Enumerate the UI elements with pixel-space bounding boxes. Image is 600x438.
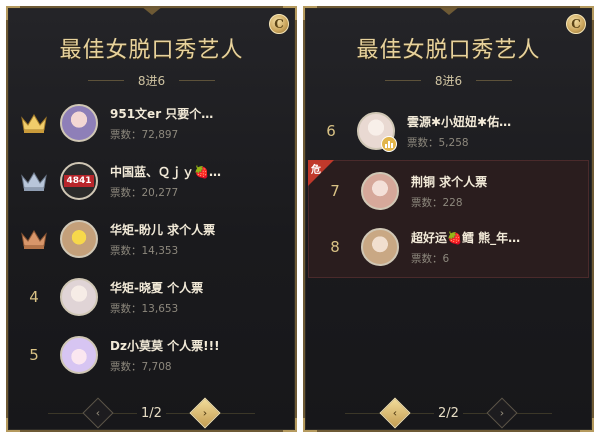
rank-number: 7	[330, 182, 340, 200]
rank-number: 5	[29, 346, 39, 364]
vote-count: 票数：20,277	[110, 186, 179, 199]
page-indicator: 2/2	[434, 405, 463, 421]
ranking-panel-page-1: C 最佳女脱口秀艺人 8进6 951文er 只要个… 票数：72,897 484…	[6, 6, 297, 432]
ranking-row[interactable]: 7 荆铜 求个人票 票数：228	[309, 163, 588, 219]
rank-cell	[8, 112, 60, 134]
ranking-row[interactable]: 4841 中国蓝、Ｑｊｙ🍓… 票数：20,277	[8, 152, 295, 210]
avatar[interactable]	[60, 220, 98, 258]
chevron-right-icon: ›	[499, 406, 505, 420]
coin-icon[interactable]: C	[566, 14, 586, 34]
coin-icon[interactable]: C	[269, 14, 289, 34]
frame-corner	[303, 6, 317, 20]
ranking-panel-page-2: C 最佳女脱口秀艺人 8进6 6 雲源✱小妞妞✱佑… 票数：5,258 危 7	[303, 6, 594, 432]
panel-subtitle: 8进6	[137, 74, 166, 88]
panel-subtitle: 8进6	[434, 74, 463, 88]
avatar[interactable]	[361, 228, 399, 266]
row-info: 华矩-晓夏 个人票 票数：13,653	[110, 279, 295, 316]
row-info: 951文er 只要个… 票数：72,897	[110, 105, 295, 142]
avatar-text: 4841	[64, 175, 94, 187]
elimination-zone: 危 7 荆铜 求个人票 票数：228 8 超好运🍓鳕 熊_年… 票数：6	[308, 160, 589, 278]
panel-title: 最佳女脱口秀艺人	[356, 38, 541, 63]
ranking-row[interactable]: 6 雲源✱小妞妞✱佑… 票数：5,258	[305, 102, 592, 160]
avatar[interactable]	[60, 104, 98, 142]
rank-number: 4	[29, 288, 39, 306]
avatar[interactable]: 4841	[60, 162, 98, 200]
ranking-row[interactable]: 5 Dz小莫莫 个人票!!! 票数：7,708	[8, 326, 295, 384]
pager: ‹ 1/2 ›	[8, 397, 295, 429]
divider	[384, 80, 421, 81]
artist-name: 荆铜 求个人票	[411, 174, 488, 189]
ranking-list: 951文er 只要个… 票数：72,897 4841 中国蓝、Ｑｊｙ🍓… 票数：…	[8, 94, 295, 384]
vote-count: 票数：72,897	[110, 128, 179, 141]
artist-name: 华矩-盼儿 求个人票	[110, 222, 216, 237]
divider	[87, 80, 124, 81]
silver-crown-icon	[21, 172, 47, 191]
frame-notch	[140, 6, 163, 15]
ranking-row[interactable]: 华矩-盼儿 求个人票 票数：14,353	[8, 210, 295, 268]
ranking-row[interactable]: 8 超好运🍓鳕 熊_年… 票数：6	[309, 219, 588, 275]
chevron-left-icon: ‹	[392, 406, 398, 420]
row-info: 华矩-盼儿 求个人票 票数：14,353	[110, 221, 295, 258]
avatar[interactable]	[60, 336, 98, 374]
prev-page-button[interactable]: ‹	[379, 397, 411, 429]
panel-title: 最佳女脱口秀艺人	[59, 38, 244, 63]
chevron-left-icon: ‹	[95, 406, 101, 420]
artist-name: 951文er 只要个…	[110, 106, 214, 121]
rank-cell: 8	[309, 238, 361, 256]
chevron-right-icon: ›	[202, 406, 208, 420]
avatar[interactable]	[361, 172, 399, 210]
vote-count: 票数：6	[411, 252, 450, 265]
divider	[179, 80, 216, 81]
frame-notch	[437, 6, 460, 15]
page-indicator: 1/2	[137, 405, 166, 421]
vote-count: 票数：14,353	[110, 244, 179, 257]
bronze-crown-icon	[21, 230, 47, 249]
rank-number: 8	[330, 238, 340, 256]
rank-number: 6	[326, 122, 336, 140]
rank-cell: 6	[305, 122, 357, 140]
artist-name: 超好运🍓鳕 熊_年…	[411, 230, 521, 245]
vote-count: 票数：228	[411, 196, 463, 209]
artist-name: 中国蓝、Ｑｊｙ🍓…	[110, 164, 221, 179]
ranking-row[interactable]: 951文er 只要个… 票数：72,897	[8, 94, 295, 152]
subtitle-row: 8进6	[8, 72, 295, 89]
prev-page-button[interactable]: ‹	[82, 397, 114, 429]
divider	[476, 80, 513, 81]
live-bars-icon	[381, 136, 397, 152]
rank-cell: 4	[8, 288, 60, 306]
avatar[interactable]	[357, 112, 397, 152]
rank-cell: 5	[8, 346, 60, 364]
row-info: 雲源✱小妞妞✱佑… 票数：5,258	[407, 113, 592, 150]
vote-count: 票数：13,653	[110, 302, 179, 315]
avatar[interactable]	[60, 278, 98, 316]
frame-corner	[6, 6, 20, 20]
next-page-button[interactable]: ›	[189, 397, 221, 429]
rank-cell	[8, 170, 60, 192]
rank-cell	[8, 228, 60, 250]
vote-count: 票数：7,708	[110, 360, 172, 373]
ranking-row[interactable]: 4 华矩-晓夏 个人票 票数：13,653	[8, 268, 295, 326]
rank-cell: 7	[309, 182, 361, 200]
row-info: Dz小莫莫 个人票!!! 票数：7,708	[110, 337, 295, 374]
artist-name: 雲源✱小妞妞✱佑…	[407, 114, 512, 129]
row-info: 荆铜 求个人票 票数：228	[411, 173, 588, 210]
pager: ‹ 2/2 ›	[305, 397, 592, 429]
artist-name: 华矩-晓夏 个人票	[110, 280, 204, 295]
vote-count: 票数：5,258	[407, 136, 469, 149]
subtitle-row: 8进6	[305, 72, 592, 89]
artist-name: Dz小莫莫 个人票!!!	[110, 338, 220, 353]
ranking-list: 6 雲源✱小妞妞✱佑… 票数：5,258 危 7 荆铜 求个人票 票数：228	[305, 102, 592, 278]
row-info: 超好运🍓鳕 熊_年… 票数：6	[411, 229, 588, 266]
row-info: 中国蓝、Ｑｊｙ🍓… 票数：20,277	[110, 163, 295, 200]
next-page-button[interactable]: ›	[486, 397, 518, 429]
gold-crown-icon	[21, 114, 47, 133]
